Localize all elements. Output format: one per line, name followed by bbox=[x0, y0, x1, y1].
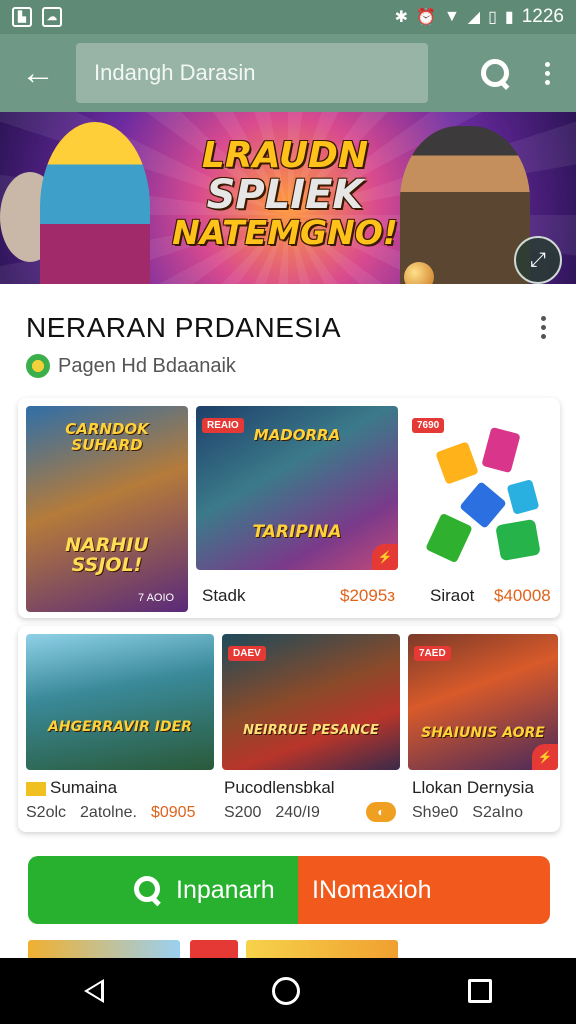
card-shape-icon bbox=[425, 512, 473, 564]
nav-home-icon[interactable] bbox=[272, 977, 300, 1005]
gallery-icon: ▙ bbox=[12, 7, 32, 27]
game-name: Pucodlensbkal bbox=[224, 778, 335, 797]
card-shape-icon bbox=[506, 479, 540, 515]
cloud-icon: ☁ bbox=[42, 7, 62, 27]
game-thumbnail: 7AED SHAIUNIS AORE ⚡ bbox=[408, 634, 558, 770]
game-art-text: AHGERRAVIR IDER bbox=[48, 719, 192, 735]
card-shape-icon bbox=[495, 518, 541, 562]
game-name-text: Sumaina bbox=[50, 778, 118, 797]
search-game-button-label: Inpanarh bbox=[176, 875, 275, 904]
section-subtitle-text: Pagen Hd Bdaanaik bbox=[58, 354, 236, 377]
game-meta-2: 240/I9 bbox=[275, 804, 320, 821]
game-thumbnail: CARNDOK SUHARD NARHIU SSJOL! 7 AOIO bbox=[26, 406, 188, 612]
app-bar: ← Indangh Darasin bbox=[0, 34, 576, 112]
game-art-text: MADORRA bbox=[253, 426, 341, 444]
game-card[interactable]: AHGERRAVIR IDER Sumaina S2olc 2atolne. $… bbox=[26, 634, 214, 828]
game-thumbnail: REAIO MADORRA TARIPINA ⚡ bbox=[196, 406, 398, 570]
battery-icon: ▮ bbox=[504, 9, 514, 26]
wifi-icon: ▼ bbox=[443, 8, 460, 25]
game-thumbnail: DAEV NEIRRUE PESANCE bbox=[222, 634, 400, 770]
more-vert-icon[interactable] bbox=[542, 61, 552, 85]
arrow-back-icon[interactable]: ← bbox=[0, 34, 76, 112]
game-badge: 7AED bbox=[414, 646, 451, 661]
game-meta: S2olc 2atolne. $0905 bbox=[26, 804, 195, 822]
game-card[interactable]: DAEV NEIRRUE PESANCE Pucodlensbkal S200 … bbox=[222, 634, 400, 828]
game-meta-1: Sh9e0 bbox=[412, 804, 459, 821]
alarm-icon: ⏰ bbox=[416, 9, 436, 26]
search-input-text: Indangh Darasin bbox=[94, 60, 256, 85]
section-subtitle: Pagen Hd Bdaanaik bbox=[26, 354, 236, 378]
search-icon bbox=[134, 876, 164, 906]
vibrate-icon: ▯ bbox=[488, 9, 497, 26]
game-thumbnail: 7690 bbox=[406, 406, 556, 570]
game-card[interactable]: CARNDOK SUHARD NARHIU SSJOL! 7 AOIO bbox=[26, 406, 188, 612]
game-art-text: CARNDOK SUHARD bbox=[65, 420, 149, 454]
search-input[interactable]: Indangh Darasin bbox=[76, 43, 428, 103]
game-badge: DAEV bbox=[228, 646, 266, 661]
game-meta-2: 2atolne. bbox=[80, 804, 137, 821]
banner-character-hero bbox=[40, 122, 150, 284]
game-row-1: CARNDOK SUHARD NARHIU SSJOL! 7 AOIO REAI… bbox=[18, 398, 560, 618]
bluetooth-icon: ✱ bbox=[394, 9, 409, 26]
card-shape-icon bbox=[435, 441, 479, 485]
banner-title: LRAUDN SPLIEK NATEMGNO! bbox=[170, 135, 400, 252]
search-game-button[interactable]: Inpanarh bbox=[28, 856, 298, 924]
game-art-text: NARHIU SSJOL! bbox=[65, 534, 149, 576]
play-icon: ⚡ bbox=[532, 744, 558, 770]
info-button-label: INomaxioh bbox=[312, 875, 432, 904]
banner-title-line1: LRAUDN bbox=[201, 135, 369, 176]
game-art-text: NEIRRUE PESANCE bbox=[243, 723, 379, 738]
next-row-peek bbox=[190, 940, 238, 960]
banner-title-line2: SPLIEK bbox=[206, 171, 364, 218]
game-card[interactable]: REAIO MADORRA TARIPINA ⚡ Stadk $2095з bbox=[196, 406, 398, 612]
game-thumbnail: AHGERRAVIR IDER bbox=[26, 634, 214, 770]
status-time: 1226 bbox=[521, 6, 564, 27]
game-price: $2095з bbox=[340, 586, 396, 605]
game-badge: 7690 bbox=[412, 418, 445, 433]
game-meta-1: S2olc bbox=[26, 804, 67, 821]
section-title: NERARAN PRDANESIA bbox=[26, 312, 342, 343]
game-art-text: TARIPINA bbox=[252, 522, 342, 542]
game-name: Siraot bbox=[430, 586, 475, 605]
card-shape-icon bbox=[481, 426, 521, 474]
game-name: Llokan Dernysia bbox=[412, 778, 534, 797]
banner-character-soldier bbox=[400, 126, 530, 284]
system-nav-bar bbox=[0, 958, 576, 1024]
game-card[interactable]: 7690 Siraot $40008 bbox=[406, 406, 556, 612]
game-name: Sumaina bbox=[26, 778, 117, 798]
next-row-peek bbox=[246, 940, 398, 960]
nav-recents-icon[interactable] bbox=[468, 979, 492, 1003]
banner-title-line3: NATEMGNO! bbox=[172, 212, 398, 252]
game-card[interactable]: 7AED SHAIUNIS AORE ⚡ Llokan Dernysia Sh9… bbox=[408, 634, 558, 828]
developer-badge-icon bbox=[26, 354, 50, 378]
signal-icon: ◢ bbox=[467, 9, 481, 26]
next-row-peek bbox=[28, 940, 180, 960]
expand-icon[interactable]: ⤢ bbox=[514, 236, 562, 284]
status-bar: ▙ ☁ ✱ ⏰ ▼ ◢ ▯ ▮ 1226 bbox=[0, 0, 576, 34]
game-card-footer: 7 AOIO bbox=[138, 592, 175, 604]
game-meta: Sh9e0 S2aIno bbox=[412, 804, 523, 822]
promo-banner[interactable]: LRAUDN SPLIEK NATEMGNO! bbox=[0, 112, 576, 284]
game-price: $0905 bbox=[150, 804, 196, 821]
game-logo-icon bbox=[26, 781, 46, 796]
card-shape-icon bbox=[459, 481, 507, 529]
game-row-2: AHGERRAVIR IDER Sumaina S2olc 2atolne. $… bbox=[18, 626, 560, 832]
game-price: $40008 bbox=[494, 586, 551, 605]
info-button[interactable]: INomaxioh bbox=[298, 856, 550, 924]
game-meta: S200 240/I9 bbox=[224, 804, 320, 822]
coin-icon: ◐ bbox=[366, 802, 396, 822]
game-meta-1: S200 bbox=[224, 804, 262, 821]
play-icon: ⚡ bbox=[372, 544, 398, 570]
nav-back-icon[interactable] bbox=[84, 979, 104, 1003]
section-more-icon[interactable] bbox=[538, 316, 548, 339]
banner-coin bbox=[404, 262, 434, 284]
game-meta-2: S2aIno bbox=[472, 804, 523, 821]
game-art-text: SHAIUNIS AORE bbox=[421, 725, 545, 741]
game-name: Stadk bbox=[202, 586, 246, 605]
search-icon[interactable] bbox=[478, 56, 512, 90]
